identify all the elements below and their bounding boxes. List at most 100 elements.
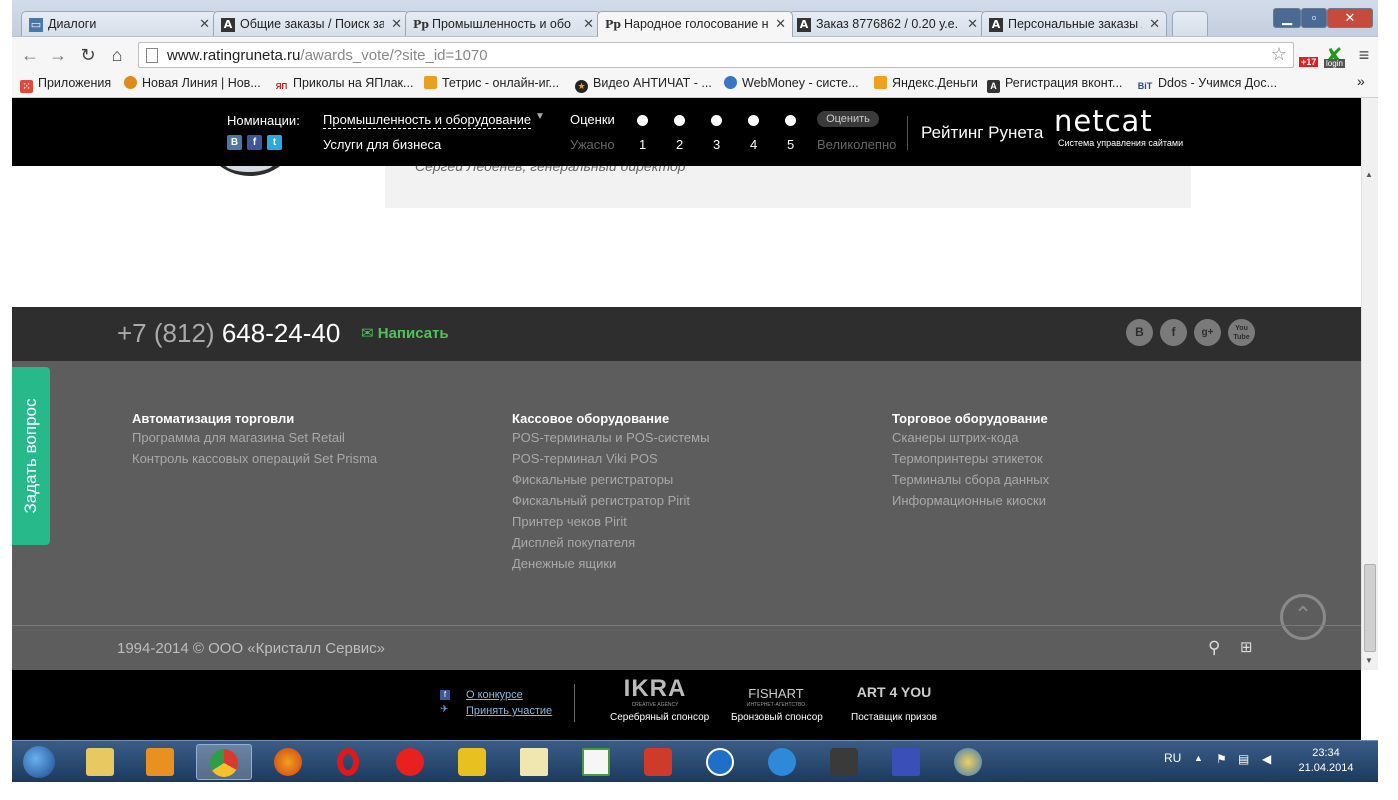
taskbar-image-viewer[interactable] [506, 744, 562, 780]
bookmark-yaplakal[interactable]: ЯП Приколы на ЯПлак... [275, 76, 413, 93]
clock[interactable]: 23:34 21.04.2014 [1296, 746, 1356, 776]
close-icon[interactable]: ✕ [775, 16, 786, 32]
join-contest-link[interactable]: Принять участие [466, 705, 552, 717]
close-icon[interactable]: ✕ [583, 16, 594, 32]
footer-link[interactable]: Принтер чеков Pirit [512, 514, 709, 535]
maximize-button[interactable]: ▫ [1301, 8, 1327, 28]
youtube-icon[interactable]: You Tube [1228, 319, 1255, 346]
close-icon[interactable]: ✕ [391, 16, 402, 32]
tab-personal-orders[interactable]: A Персональные заказы / I ✕ [981, 11, 1167, 36]
volume-icon[interactable]: ◀ [1262, 752, 1271, 766]
taskbar-notepad[interactable] [568, 744, 624, 780]
footer-link[interactable]: Термопринтеры этикеток [892, 451, 1049, 472]
back-icon[interactable]: ← [18, 43, 42, 67]
minimize-button[interactable]: ▁ [1273, 8, 1301, 28]
reload-icon[interactable]: ↻ [76, 43, 100, 67]
footer-link[interactable]: POS-терминалы и POS-системы [512, 430, 709, 451]
netcat-logo[interactable]: netcat [1054, 104, 1153, 138]
footer-link[interactable]: Сканеры штрих-кода [892, 430, 1049, 451]
bookmark-antichat[interactable]: ★ Видео АНТИЧАТ - ... [575, 76, 712, 93]
footer-link[interactable]: Информационные киоски [892, 493, 1049, 514]
facebook-share-icon[interactable]: f [247, 135, 262, 150]
search-icon[interactable]: ⚲ [1208, 638, 1220, 658]
footer-link[interactable]: Терминалы сбора данных [892, 472, 1049, 493]
chevron-down-icon[interactable]: ▼ [535, 111, 545, 122]
menu-icon[interactable]: ≡ [1352, 43, 1376, 67]
tab-public-vote[interactable]: Pp Народное голосование н ✕ [597, 11, 793, 37]
score-radio-4[interactable] [748, 115, 759, 126]
close-icon[interactable]: ✕ [967, 16, 978, 32]
twitter-share-icon[interactable]: t [267, 135, 282, 150]
scrollbar[interactable]: ▲ ▼ [1361, 98, 1378, 670]
facebook-icon[interactable]: f [440, 690, 450, 700]
taskbar-network[interactable] [940, 744, 996, 780]
taskbar-save[interactable] [878, 744, 934, 780]
score-radio-2[interactable] [674, 115, 685, 126]
score-radio-3[interactable] [711, 115, 722, 126]
footer-link[interactable]: POS-терминал Viki POS [512, 451, 709, 472]
taskbar-icq[interactable] [444, 744, 500, 780]
taskbar-chrome[interactable] [196, 744, 252, 780]
tray-expand-icon[interactable]: ▲ [1194, 753, 1203, 763]
taskbar-steam[interactable] [816, 744, 872, 780]
nomination-select[interactable]: Промышленность и оборудование [323, 112, 532, 129]
vk-share-icon[interactable]: В [227, 135, 242, 150]
footer-link[interactable]: Контроль кассовых операций Set Prisma [132, 451, 377, 472]
tab-dialogs[interactable]: ▭ Диалоги ✕ [21, 11, 217, 36]
sponsor-silver[interactable]: IKRA CREATIVE AGENCY Серебряный спонсор [610, 676, 709, 724]
scroll-thumb[interactable] [1364, 564, 1376, 652]
google-plus-icon[interactable]: g+ [1194, 319, 1221, 346]
score-radio-5[interactable] [785, 115, 796, 126]
close-icon[interactable]: ✕ [199, 16, 210, 32]
taskbar-media-player[interactable] [132, 744, 188, 780]
sponsor-bronze[interactable]: FISHART ИНТЕРНЕТ-АГЕНТСТВО Бронзовый спо… [731, 676, 823, 723]
vk-icon[interactable]: В [1126, 319, 1153, 346]
footer-link[interactable]: Фискальные регистраторы [512, 472, 709, 493]
brand-title[interactable]: Рейтинг Рунета [921, 123, 1043, 143]
taskbar-sync[interactable] [754, 744, 810, 780]
bookmark-newline[interactable]: Новая Линия | Нов... [124, 76, 261, 90]
start-button[interactable] [14, 744, 64, 780]
footer-link[interactable]: Фискальный регистратор Pirit [512, 493, 709, 514]
bookmark-apps[interactable]: ⁙ Приложения [20, 76, 111, 93]
bookmarks-overflow[interactable]: » [1357, 73, 1365, 89]
extension-notifier-icon[interactable]: +17 [1299, 43, 1321, 67]
tab-order[interactable]: A Заказ 8776862 / 0.20 у.е. / ✕ [789, 11, 985, 36]
close-icon[interactable]: ✕ [1149, 16, 1160, 32]
ask-question-tab[interactable]: Задать вопрос [12, 367, 50, 545]
taskbar-shutdown-red[interactable] [630, 744, 686, 780]
rate-button[interactable]: Оценить [817, 111, 879, 127]
taskbar-firefox[interactable] [260, 744, 316, 780]
scroll-up-icon[interactable]: ▲ [1365, 170, 1373, 179]
footer-link[interactable]: Программа для магазина Set Retail [132, 430, 377, 451]
network-tray-icon[interactable]: ▤ [1238, 752, 1249, 766]
write-link[interactable]: ✉ Написать [361, 324, 449, 342]
taskbar-explorer[interactable] [72, 744, 128, 780]
tab-industry[interactable]: Pp Промышленность и обо ✕ [405, 11, 601, 36]
new-tab-button[interactable] [1172, 11, 1208, 36]
flag-icon[interactable]: ⚑ [1216, 752, 1227, 766]
twitter-icon[interactable]: ✈ [440, 704, 448, 715]
bookmark-tetris[interactable]: Тетрис - онлайн-иг... [424, 76, 559, 90]
about-contest-link[interactable]: О конкурсе [466, 689, 523, 701]
facebook-icon[interactable]: f [1160, 319, 1187, 346]
score-radio-1[interactable] [637, 115, 648, 126]
bookmark-ddos[interactable]: BiT Ddos - Учимся Дос... [1137, 76, 1277, 93]
nomination-second[interactable]: Услуги для бизнеса [323, 137, 441, 152]
address-bar[interactable]: www.ratingruneta.ru/awards_vote/?site_id… [138, 42, 1294, 68]
footer-link[interactable]: Денежные ящики [512, 556, 709, 577]
taskbar-opera[interactable] [320, 744, 376, 780]
sitemap-icon[interactable]: ⊞ [1240, 638, 1253, 656]
star-icon[interactable]: ☆ [1271, 44, 1287, 65]
bookmark-webmoney[interactable]: WebMoney - систе... [724, 76, 859, 90]
scroll-down-icon[interactable]: ▼ [1365, 656, 1373, 665]
home-icon[interactable]: ⌂ [105, 43, 129, 67]
sponsor-prizes[interactable]: ART 4 YOU Поставщик призов [848, 676, 940, 723]
close-window-button[interactable]: ✕ [1327, 8, 1373, 28]
language-indicator[interactable]: RU [1164, 751, 1181, 765]
bookmark-yandex-money[interactable]: Яндекс.Деньги [874, 76, 978, 90]
tab-general-orders[interactable]: A Общие заказы / Поиск за ✕ [213, 11, 409, 36]
taskbar-shutdown-blue[interactable] [692, 744, 748, 780]
forward-icon[interactable]: → [46, 43, 70, 67]
taskbar-yandex[interactable] [382, 744, 438, 780]
